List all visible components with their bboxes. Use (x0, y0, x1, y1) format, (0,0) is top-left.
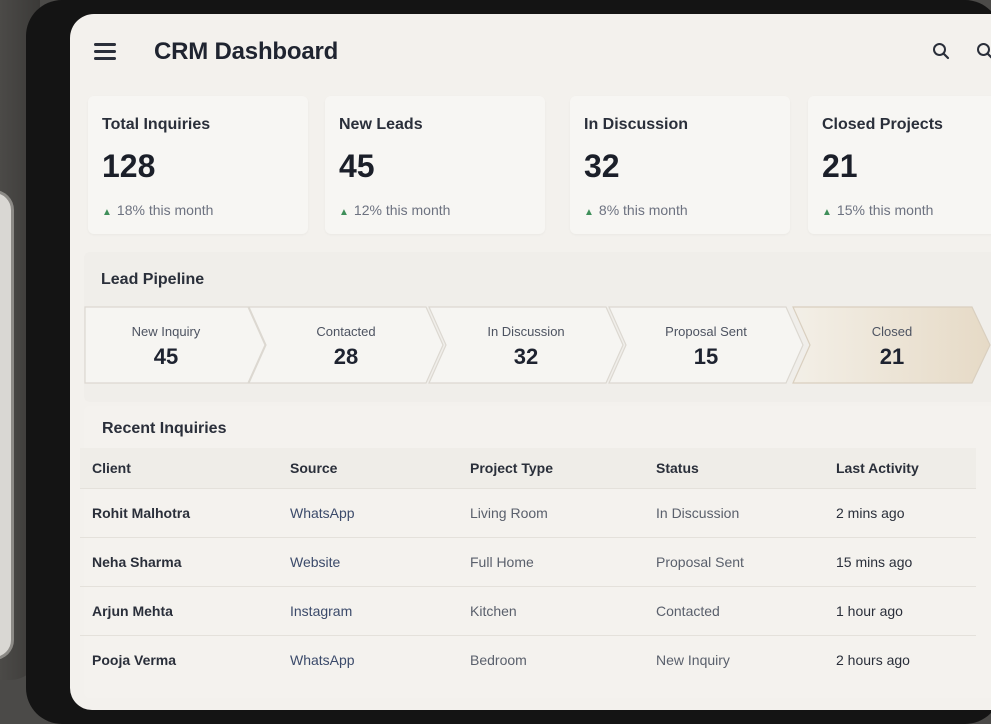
cell-source: Website (278, 536, 458, 586)
stat-label: Total Inquiries (102, 116, 211, 133)
pipeline-stage-closed[interactable]: Closed 21 (792, 306, 991, 384)
cell-client: Rohit Malhotra (80, 487, 278, 537)
page-title: CRM Dashboard (154, 38, 339, 65)
column-header-last-activity[interactable]: Last Activity (824, 448, 976, 488)
stat-value: 128 (102, 148, 156, 184)
column-header-project-type[interactable]: Project Type (458, 448, 644, 488)
stage-value: 45 (153, 344, 179, 369)
stat-change: ▲ 18% this month (102, 202, 214, 218)
cell-status: Contacted (644, 585, 824, 635)
stat-value: 32 (584, 148, 620, 184)
cell-last-activity: 2 mins ago (824, 487, 976, 537)
column-header-status[interactable]: Status (644, 448, 824, 488)
trend-up-icon: ▲ (102, 207, 112, 218)
app-screen: CRM Dashboard Total Inquiries 128 ▲ 18% t… (70, 14, 991, 710)
stat-change: ▲ 15% this month (822, 202, 934, 218)
top-bar: CRM Dashboard (70, 14, 991, 90)
pipeline-stage-proposal-sent[interactable]: Proposal Sent 15 (608, 306, 804, 384)
stat-card-closed-projects[interactable]: Closed Projects 21 ▲ 15% this month (808, 96, 991, 234)
stage-label: Contacted (316, 324, 376, 339)
stat-label: In Discussion (584, 116, 689, 133)
stat-card-total-inquiries[interactable]: Total Inquiries 128 ▲ 18% this month (88, 96, 308, 234)
table-row[interactable]: Rohit Malhotra WhatsApp Living Room In D… (80, 487, 976, 537)
stat-value: 21 (822, 148, 858, 184)
cell-project-type: Bedroom (458, 634, 644, 684)
cell-project-type: Kitchen (458, 585, 644, 635)
stat-change: ▲ 12% this month (339, 202, 451, 218)
stat-value: 45 (339, 148, 375, 184)
table-row[interactable]: Pooja Verma WhatsApp Bedroom New Inquiry… (80, 634, 976, 684)
recent-inquiries-title: Recent Inquiries (102, 420, 227, 437)
cell-client: Arjun Mehta (80, 585, 278, 635)
cell-source: Instagram (278, 585, 458, 635)
table-header-row: Client Source Project Type Status Last A… (80, 448, 976, 488)
recent-inquiries-table: Client Source Project Type Status Last A… (80, 448, 976, 684)
stage-value: 15 (693, 344, 719, 369)
stage-value: 28 (333, 344, 359, 369)
cell-status: Proposal Sent (644, 536, 824, 586)
pipeline-stage-contacted[interactable]: Contacted 28 (248, 306, 444, 384)
table-row[interactable]: Neha Sharma Website Full Home Proposal S… (80, 536, 976, 586)
background-phone-edge (0, 190, 14, 660)
cell-project-type: Full Home (458, 536, 644, 586)
stage-label: Closed (871, 324, 913, 339)
column-header-client[interactable]: Client (80, 448, 278, 488)
cell-client: Neha Sharma (80, 536, 278, 586)
trend-up-icon: ▲ (339, 207, 349, 218)
pipeline-stage-in-discussion[interactable]: In Discussion 32 (428, 306, 624, 384)
search-icon[interactable] (930, 40, 952, 62)
stat-card-in-discussion[interactable]: In Discussion 32 ▲ 8% this month (570, 96, 790, 234)
stage-label: New Inquiry (131, 324, 201, 339)
stat-label: New Leads (339, 116, 423, 133)
cell-client: Pooja Verma (80, 634, 278, 684)
stage-value: 32 (513, 344, 539, 369)
stage-value: 21 (879, 344, 905, 369)
tablet-frame: CRM Dashboard Total Inquiries 128 ▲ 18% t… (26, 0, 991, 724)
stage-label: In Discussion (487, 324, 565, 339)
stat-change: ▲ 8% this month (584, 202, 688, 218)
cell-project-type: Living Room (458, 487, 644, 537)
cell-last-activity: 15 mins ago (824, 536, 976, 586)
stat-label: Closed Projects (822, 116, 943, 133)
stage-label: Proposal Sent (665, 324, 747, 339)
table-row[interactable]: Arjun Mehta Instagram Kitchen Contacted … (80, 585, 976, 635)
pipeline-stage-new-inquiry[interactable]: New Inquiry 45 (84, 306, 266, 384)
pipeline-title: Lead Pipeline (101, 271, 205, 288)
trend-up-icon: ▲ (822, 207, 832, 218)
cell-last-activity: 1 hour ago (824, 585, 976, 635)
stat-card-new-leads[interactable]: New Leads 45 ▲ 12% this month (325, 96, 545, 234)
menu-icon[interactable] (94, 42, 116, 60)
cell-status: In Discussion (644, 487, 824, 537)
cell-status: New Inquiry (644, 634, 824, 684)
cell-last-activity: 2 hours ago (824, 634, 976, 684)
search-icon[interactable] (974, 40, 991, 62)
cell-source: WhatsApp (278, 634, 458, 684)
column-header-source[interactable]: Source (278, 448, 458, 488)
trend-up-icon: ▲ (584, 207, 594, 218)
cell-source: WhatsApp (278, 487, 458, 537)
